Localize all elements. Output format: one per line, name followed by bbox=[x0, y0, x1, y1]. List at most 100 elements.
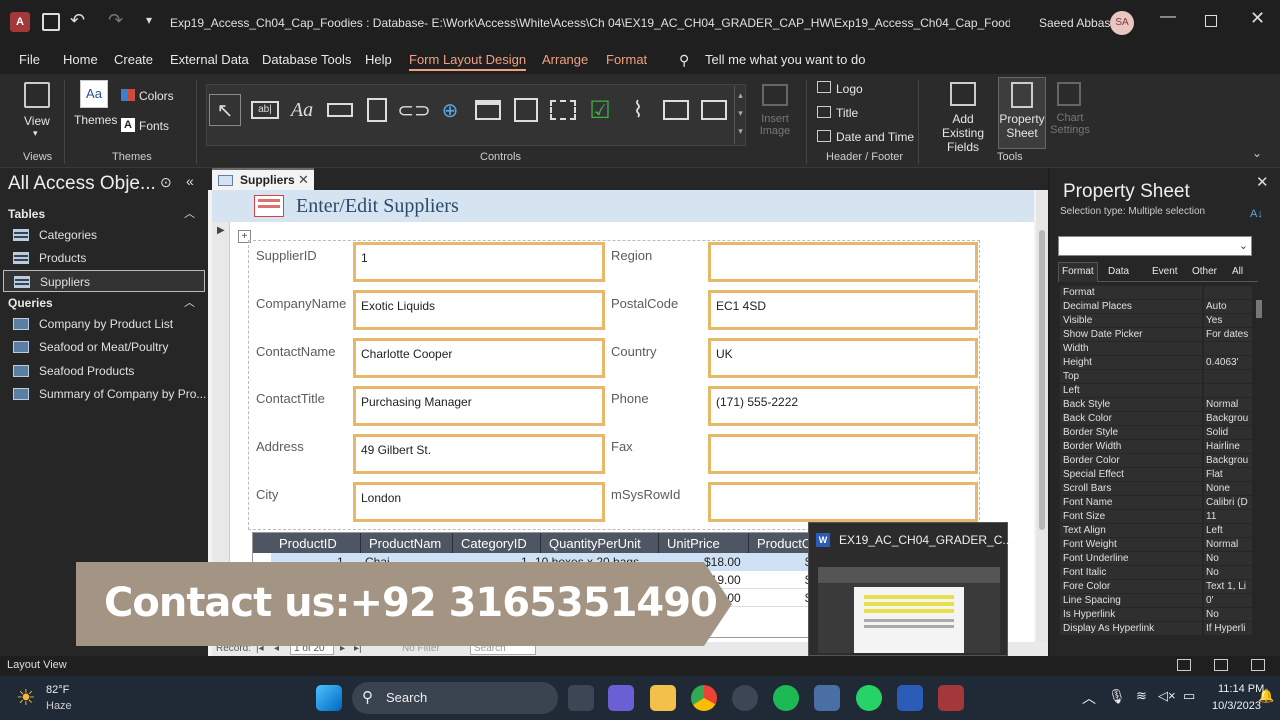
taskbar-thumbnail-preview[interactable]: W EX19_AC_CH04_GRADER_C... bbox=[808, 522, 1012, 656]
nav-item-query[interactable]: Seafood Products bbox=[3, 360, 205, 382]
phone-field[interactable]: (171) 555-2222 bbox=[708, 386, 978, 426]
notification-bell-icon[interactable]: 🔔 bbox=[1258, 688, 1274, 704]
store-icon[interactable] bbox=[814, 685, 840, 711]
property-value[interactable]: Calibri (D bbox=[1204, 496, 1252, 509]
image-control-icon[interactable] bbox=[698, 94, 730, 126]
property-value[interactable]: Auto bbox=[1204, 300, 1252, 313]
collapse-tables-icon[interactable]: ︿ bbox=[184, 205, 195, 221]
fax-field[interactable] bbox=[708, 434, 978, 474]
collapse-ribbon-icon[interactable]: ⌄ bbox=[1252, 146, 1262, 160]
access-taskbar-icon[interactable] bbox=[938, 685, 964, 711]
property-value[interactable]: 0' bbox=[1204, 594, 1252, 607]
weather-temp[interactable]: 82°F bbox=[46, 684, 69, 696]
file-explorer-icon[interactable] bbox=[650, 685, 676, 711]
msysrowid-field[interactable] bbox=[708, 482, 978, 522]
property-value[interactable]: No bbox=[1204, 566, 1252, 579]
property-value[interactable]: Backgrou bbox=[1204, 412, 1252, 425]
logo-button[interactable]: Logo bbox=[836, 82, 863, 96]
nav-item-categories[interactable]: Categories bbox=[3, 224, 205, 246]
whatsapp-icon[interactable] bbox=[856, 685, 882, 711]
design-view-icon[interactable] bbox=[1251, 659, 1265, 671]
property-row[interactable]: Back Style Normal bbox=[1060, 398, 1252, 412]
restore-icon[interactable] bbox=[1205, 15, 1217, 27]
property-row[interactable]: Fore Color Text 1, Li bbox=[1060, 580, 1252, 594]
checkbox-control-icon[interactable]: ☑ bbox=[584, 94, 616, 126]
sort-az-icon[interactable]: A↓ bbox=[1250, 208, 1263, 220]
fonts-icon[interactable]: A bbox=[121, 118, 135, 132]
add-fields-icon[interactable] bbox=[950, 82, 976, 106]
property-row[interactable]: Display As Hyperlink If Hyperli bbox=[1060, 622, 1252, 636]
city-field[interactable]: London bbox=[353, 482, 605, 522]
property-row[interactable]: Top bbox=[1060, 370, 1252, 384]
column-header[interactable]: UnitPrice bbox=[659, 533, 749, 553]
property-row[interactable]: Font Weight Normal bbox=[1060, 538, 1252, 552]
nav-item-products[interactable]: Products bbox=[3, 247, 205, 269]
tab-file[interactable]: File bbox=[19, 52, 40, 67]
tab-external-data[interactable]: External Data bbox=[170, 52, 249, 67]
weather-icon[interactable]: ☀ bbox=[16, 685, 36, 711]
property-value[interactable]: For dates bbox=[1204, 328, 1252, 341]
customize-toolbar-icon[interactable]: ▾ bbox=[146, 13, 152, 27]
supplier-id-field[interactable]: 1 bbox=[353, 242, 605, 282]
insert-image-button[interactable]: Insert Image bbox=[754, 113, 796, 137]
nav-pane-title[interactable]: All Access Obje... bbox=[8, 173, 156, 195]
gallery-scroll[interactable]: ▴ ▾ ▾ bbox=[734, 86, 746, 144]
clock-date[interactable]: 10/3/2023 bbox=[1212, 700, 1261, 712]
property-row[interactable]: Back Color Backgrou bbox=[1060, 412, 1252, 426]
selection-dropdown[interactable]: ⌄ bbox=[1058, 236, 1252, 256]
minimize-icon[interactable]: — bbox=[1160, 8, 1176, 26]
button-control-icon[interactable] bbox=[324, 94, 356, 126]
tables-header[interactable]: Tables bbox=[8, 207, 45, 221]
property-value[interactable] bbox=[1204, 342, 1252, 355]
property-value[interactable]: Backgrou bbox=[1204, 454, 1252, 467]
close-pane-icon[interactable]: ✕ bbox=[1256, 173, 1269, 191]
colors-icon[interactable] bbox=[121, 89, 135, 101]
list-box-icon[interactable] bbox=[660, 94, 692, 126]
attachment-control-icon[interactable]: ⌇ bbox=[622, 94, 654, 126]
document-tab[interactable]: Suppliers ✕ bbox=[212, 168, 314, 190]
shutter-bar-icon[interactable]: « bbox=[186, 173, 194, 189]
save-icon[interactable] bbox=[42, 13, 60, 31]
property-sheet-icon[interactable] bbox=[1011, 82, 1033, 108]
property-row[interactable]: Font Underline No bbox=[1060, 552, 1252, 566]
column-header[interactable]: ProductNam bbox=[361, 533, 453, 553]
navigation-control-icon[interactable] bbox=[472, 94, 504, 126]
nav-item-query[interactable]: Summary of Company by Pro... bbox=[3, 383, 206, 405]
property-value[interactable]: No bbox=[1204, 552, 1252, 565]
property-row[interactable]: Special Effect Flat bbox=[1060, 468, 1252, 482]
date-time-button[interactable]: Date and Time bbox=[836, 130, 914, 144]
property-row[interactable]: Width bbox=[1060, 342, 1252, 356]
tab-database-tools[interactable]: Database Tools bbox=[262, 52, 351, 67]
tab-format[interactable]: Format bbox=[606, 52, 647, 67]
property-row[interactable]: Border Width Hairline bbox=[1060, 440, 1252, 454]
tab-form-layout-design[interactable]: Form Layout Design bbox=[409, 52, 527, 71]
nav-item-query[interactable]: Company by Product List bbox=[3, 313, 205, 335]
option-group-icon[interactable] bbox=[510, 94, 542, 126]
property-row[interactable]: Decimal Places Auto bbox=[1060, 300, 1252, 314]
themes-icon[interactable]: Aa bbox=[80, 80, 108, 108]
close-icon[interactable]: ✕ bbox=[1250, 8, 1265, 29]
property-value[interactable] bbox=[1204, 286, 1252, 299]
region-field[interactable] bbox=[708, 242, 978, 282]
property-value[interactable]: None bbox=[1204, 482, 1252, 495]
address-field[interactable]: 49 Gilbert St. bbox=[353, 434, 605, 474]
avatar[interactable]: SA bbox=[1110, 11, 1134, 35]
tab-other-props[interactable]: Other bbox=[1192, 266, 1217, 277]
property-row[interactable]: Border Color Backgrou bbox=[1060, 454, 1252, 468]
property-row[interactable]: Border Style Solid bbox=[1060, 426, 1252, 440]
property-value[interactable]: Yes bbox=[1204, 314, 1252, 327]
column-header[interactable]: ProductCo bbox=[749, 533, 818, 553]
queries-header[interactable]: Queries bbox=[8, 296, 53, 310]
property-row[interactable]: Font Name Calibri (D bbox=[1060, 496, 1252, 510]
tray-overflow-icon[interactable]: ︿ bbox=[1082, 688, 1096, 708]
property-value[interactable]: Flat bbox=[1204, 468, 1252, 481]
wifi-icon[interactable]: ≋ bbox=[1136, 688, 1147, 704]
postal-code-field[interactable]: EC1 4SD bbox=[708, 290, 978, 330]
property-row[interactable]: Line Spacing 0' bbox=[1060, 594, 1252, 608]
chevron-down-icon[interactable]: ▾ bbox=[33, 128, 38, 139]
property-row[interactable]: Show Date Picker For dates bbox=[1060, 328, 1252, 342]
teams-icon[interactable] bbox=[608, 685, 634, 711]
property-value[interactable]: No bbox=[1204, 608, 1252, 621]
spotify-icon[interactable] bbox=[773, 685, 799, 711]
subform-corner[interactable] bbox=[253, 533, 271, 553]
